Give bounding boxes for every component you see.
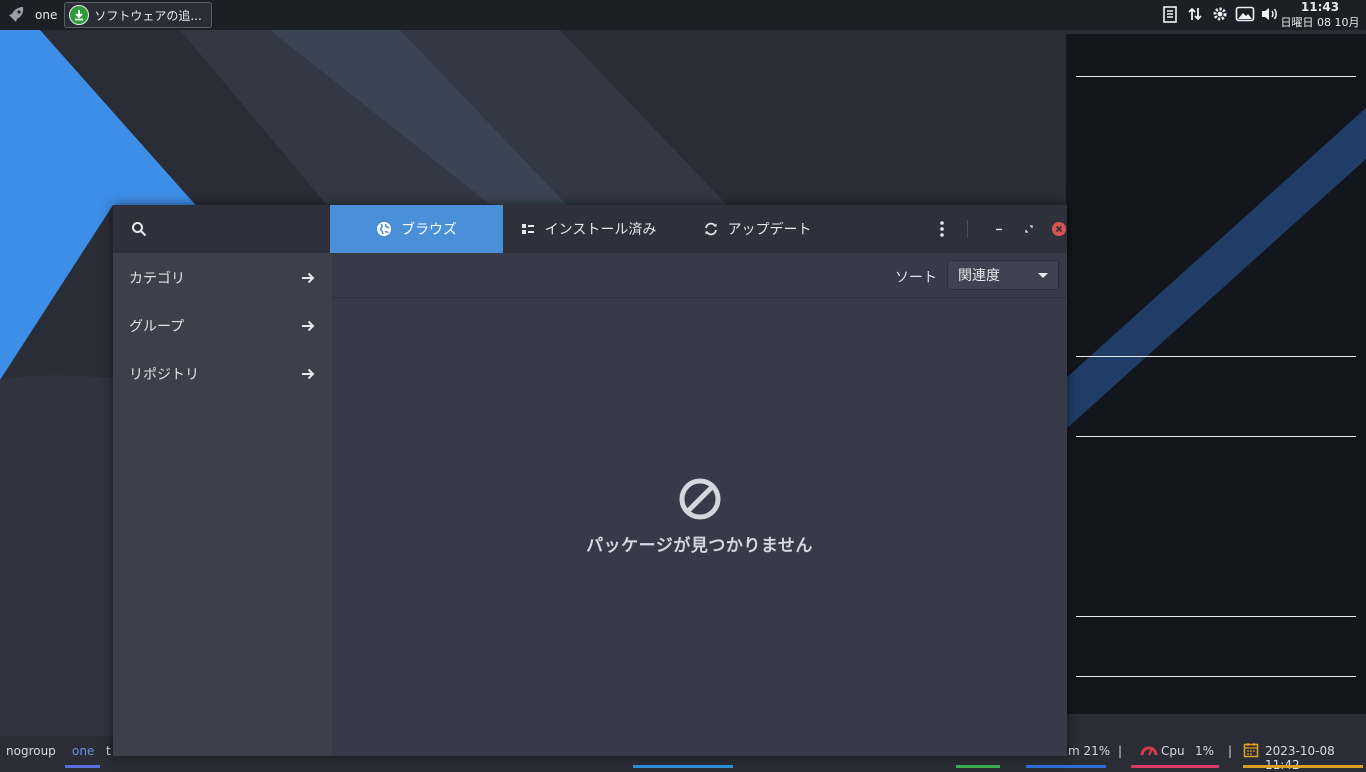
sidebar: カテゴリ グループ リポジトリ [113,205,332,756]
tab-updates[interactable]: アップデート [687,205,827,253]
tab-installed[interactable]: インストール済み [503,205,673,253]
more-options-button[interactable] [932,219,952,239]
image-viewer-icon[interactable] [1235,4,1255,24]
volume-icon[interactable] [1260,4,1280,24]
memory-usage: m 21% [1068,744,1111,758]
no-results-icon [679,478,720,520]
conky-divider [1076,436,1356,437]
refresh-icon [703,221,719,237]
globe-icon [376,221,392,237]
sidebar-item-label: リポジトリ [129,367,199,383]
arrow-right-icon [302,272,315,284]
sort-dropdown[interactable]: 関連度 [947,260,1059,290]
cpu-value: 1% [1195,744,1215,758]
tab-label: ブラウズ [401,222,457,238]
sidebar-item-repositories[interactable]: リポジトリ [113,350,330,398]
rocket-icon[interactable] [5,4,27,26]
tab-label: アップデート [727,222,812,238]
tab-label: インストール済み [544,222,657,238]
workspace-two-label[interactable]: t [106,744,111,758]
clock-date: 日曜日 08 10月 [1280,16,1360,29]
empty-state-message: パッケージが見つかりません [586,536,813,556]
workspace-one-label[interactable]: one [72,744,94,758]
clipboard-icon[interactable] [1160,4,1180,24]
conky-divider [1076,76,1356,77]
panel-clock[interactable]: 11:43 日曜日 08 10月 [1278,0,1362,30]
sidebar-item-label: グループ [129,319,185,335]
sidebar-item-label: カテゴリ [129,271,185,287]
search-icon [132,222,147,237]
download-icon [69,5,90,25]
group-label: nogroup [6,744,56,758]
conky-divider [1076,616,1356,617]
system-tray [1160,4,1280,24]
calendar-icon [1243,742,1259,761]
taskbar-window-button[interactable]: ソフトウェアの追... [64,2,213,28]
chevron-down-icon [1038,273,1048,278]
tab-browse[interactable]: ブラウズ [330,205,503,253]
clock-time: 11:43 [1300,0,1340,14]
software-center-window: カテゴリ グループ リポジトリ ブラウズ インストール済み アップデート ソート… [113,205,1067,756]
minimize-button[interactable] [989,219,1009,239]
conky-divider [1076,356,1356,357]
headerbar: ブラウズ インストール済み アップデート [330,205,1067,253]
sidebar-item-groups[interactable]: グループ [113,302,330,350]
maximize-icon [1025,225,1033,233]
status-separator: | [1118,744,1123,758]
network-transfer-icon[interactable] [1185,4,1205,24]
conky-diagonal-stripe [1066,66,1366,443]
sidebar-item-categories[interactable]: カテゴリ [113,254,330,302]
sort-selected-value: 関連度 [958,268,1000,284]
close-icon [1052,222,1066,236]
sort-toolbar: ソート 関連度 [332,253,1067,298]
maximize-button[interactable] [1019,219,1039,239]
search-button[interactable] [113,205,330,253]
conky-divider [1076,676,1356,677]
minimize-icon [996,228,1002,231]
empty-state: パッケージが見つかりません [332,477,1067,556]
cpu-gauge-icon [1140,743,1158,760]
top-panel: one ソフトウェアの追... 11:43 日曜日 08 10月 [0,0,1366,30]
cpu-label: Cpu [1161,744,1185,758]
arrow-right-icon [302,320,315,332]
sort-label: ソート [895,270,937,286]
list-icon [520,221,536,237]
header-separator [967,220,968,238]
settings-gear-icon[interactable] [1210,4,1230,24]
close-button[interactable] [1049,219,1069,239]
taskbar-window-title: ソフトウェアの追... [94,8,202,23]
arrow-right-icon [302,368,315,380]
kebab-menu-icon [940,221,944,237]
status-separator: | [1228,744,1233,758]
conky-system-monitor [1066,34,1366,714]
workspace-label[interactable]: one [35,8,57,22]
